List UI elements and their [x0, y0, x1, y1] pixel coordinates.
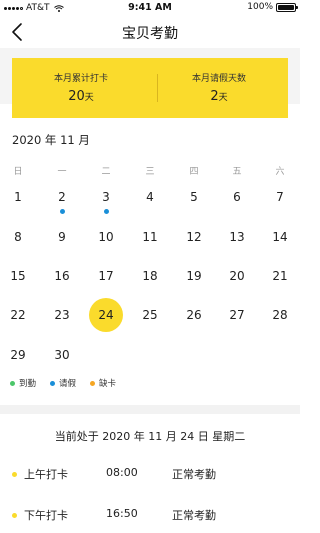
- calendar-day[interactable]: 4: [132, 190, 168, 204]
- legend-label: 到勤: [19, 379, 37, 389]
- legend-item: 请假: [50, 377, 76, 389]
- legend-label: 缺卡: [99, 379, 117, 389]
- nav-bar: 宝贝考勤: [0, 16, 300, 48]
- record-label: 下午打卡: [24, 509, 68, 522]
- monthly-checkin-label: 本月累计打卡: [53, 74, 108, 84]
- monthly-checkin-value: 20: [68, 89, 85, 104]
- month-title: 2020 年 11 月: [12, 133, 90, 147]
- record-row-morning: 上午打卡 08:00 正常考勤: [0, 464, 300, 484]
- leave-days-value: 2: [210, 89, 219, 104]
- record-label: 上午打卡: [24, 468, 68, 481]
- leave-days-label: 本月请假天数: [191, 74, 246, 84]
- calendar-day[interactable]: 25: [132, 308, 168, 322]
- record-status: 正常考勤: [172, 509, 216, 522]
- record-row-afternoon: 下午打卡 16:50 正常考勤: [0, 505, 300, 525]
- calendar-day[interactable]: 9: [44, 230, 80, 244]
- calendar-day[interactable]: 21: [262, 269, 298, 283]
- record-time: 08:00: [106, 466, 138, 479]
- calendar-day[interactable]: 5: [176, 190, 212, 204]
- calendar-day[interactable]: 14: [262, 230, 298, 244]
- stats-card: 本月累计打卡 20天 本月请假天数 2天: [12, 58, 288, 118]
- calendar-day[interactable]: 3: [88, 190, 124, 204]
- current-date-text: 当前处于 2020 年 11 月 24 日 星期二: [54, 430, 246, 443]
- leave-marker-dot: [103, 209, 109, 214]
- legend-item: 缺卡: [90, 377, 116, 389]
- status-right: 100%: [247, 2, 298, 12]
- calendar-day[interactable]: 13: [219, 230, 255, 244]
- weekday-label: 一: [57, 167, 67, 177]
- calendar-day[interactable]: 30: [44, 348, 80, 362]
- calendar-day[interactable]: 15: [0, 269, 36, 283]
- calendar-day[interactable]: 18: [132, 269, 168, 283]
- leave-days-stat: 本月请假天数 2天: [150, 58, 288, 118]
- section-divider: [0, 405, 300, 414]
- calendar-day[interactable]: 7: [262, 190, 298, 204]
- legend-dot: [90, 380, 96, 386]
- leave-days-unit: 天: [218, 93, 228, 103]
- battery-percent: 100%: [247, 2, 273, 12]
- calendar-day[interactable]: 8: [0, 230, 36, 244]
- calendar-day[interactable]: 6: [219, 190, 255, 204]
- legend-dot: [10, 380, 15, 386]
- calendar-day[interactable]: 20: [219, 269, 255, 283]
- legend-item: 到勤: [10, 377, 36, 389]
- calendar-day[interactable]: 28: [262, 308, 298, 322]
- weekday-label: 二: [101, 167, 111, 177]
- calendar-day[interactable]: 27: [219, 308, 255, 322]
- battery-icon: [276, 2, 298, 12]
- record-dot: [12, 513, 17, 518]
- monthly-checkin-stat: 本月累计打卡 20天: [12, 58, 150, 118]
- monthly-checkin-value-wrap: 20天: [12, 89, 150, 104]
- weekday-header: 日一二三四五六: [0, 164, 300, 178]
- calendar-day[interactable]: 12: [176, 230, 212, 244]
- record-time: 16:50: [106, 507, 138, 520]
- weekday-label: 日: [13, 167, 23, 177]
- battery-fill: [278, 4, 294, 10]
- calendar-day[interactable]: 26: [176, 308, 212, 322]
- record-status: 正常考勤: [172, 468, 216, 481]
- calendar-day[interactable]: 16: [44, 269, 80, 283]
- legend: 到勤 请假 缺卡: [10, 377, 116, 389]
- legend-dot: [50, 380, 56, 386]
- calendar-day[interactable]: 2: [44, 190, 80, 204]
- status-bar: AT&T 9:41 AM 100%: [0, 0, 300, 16]
- legend-label: 请假: [59, 379, 77, 389]
- calendar-day[interactable]: 10: [88, 230, 124, 244]
- calendar-day[interactable]: 23: [44, 308, 80, 322]
- page-title: 宝贝考勤: [122, 26, 178, 42]
- calendar-day[interactable]: 11: [132, 230, 168, 244]
- calendar-day[interactable]: 22: [0, 308, 36, 322]
- record-dot: [12, 472, 17, 477]
- leave-days-value-wrap: 2天: [150, 89, 288, 104]
- weekday-label: 四: [189, 167, 199, 177]
- monthly-checkin-unit: 天: [84, 93, 94, 103]
- calendar-day[interactable]: 17: [88, 269, 124, 283]
- weekday-label: 六: [275, 167, 285, 177]
- leave-marker-dot: [59, 209, 65, 214]
- weekday-label: 五: [232, 167, 242, 177]
- calendar-day[interactable]: 24: [88, 308, 124, 322]
- weekday-label: 三: [145, 167, 155, 177]
- calendar-day[interactable]: 29: [0, 348, 36, 362]
- calendar-day[interactable]: 19: [176, 269, 212, 283]
- calendar-day[interactable]: 1: [0, 190, 36, 204]
